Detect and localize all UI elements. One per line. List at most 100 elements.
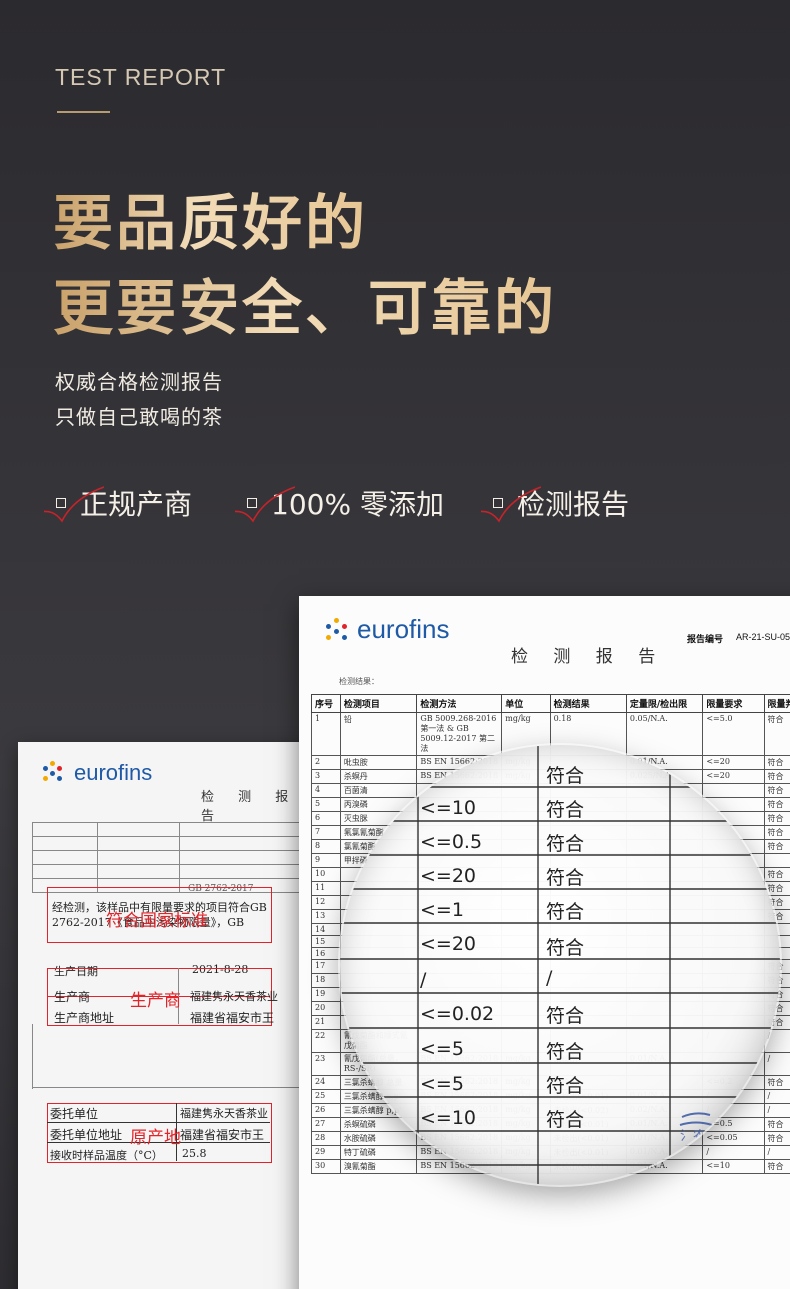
kicker-divider xyxy=(57,111,110,113)
red-check-icon xyxy=(235,486,295,523)
column-header: 定量限/检出限 xyxy=(625,694,704,713)
back-info-table xyxy=(32,822,318,893)
producer-address-value: 福建省福安市王 xyxy=(190,1011,275,1025)
table-cell-no: 12 xyxy=(311,895,341,910)
table-cell-no: 8 xyxy=(311,839,341,854)
table-cell-no: 6 xyxy=(311,811,341,826)
headline-line-1: 要品质好的 xyxy=(53,175,368,262)
table-cell-no: 15 xyxy=(311,935,341,948)
table-cell-no: 10 xyxy=(311,867,341,882)
lens-limit-value: <=20 xyxy=(420,865,477,887)
lens-limit-value: <=0.5 xyxy=(420,831,483,853)
column-header: 限量要求 xyxy=(702,694,765,713)
column-header: 检测结果 xyxy=(549,694,627,713)
eurofins-logo: eurofins xyxy=(323,614,450,645)
lens-result-value: 符合 xyxy=(546,1005,585,1027)
table-cell-no: 16 xyxy=(311,947,341,960)
lens-result-value: 符合 xyxy=(546,1075,585,1097)
national-standard-tag: 符合国家标准 xyxy=(106,911,208,931)
client-address-label: 委托单位地址 xyxy=(50,1128,123,1142)
brand-name: eurofins xyxy=(357,614,450,644)
lens-result-value: 符合 xyxy=(546,937,585,959)
table-cell-no: 17 xyxy=(311,959,341,974)
table-cell-no: 1 xyxy=(311,712,341,756)
table-cell-no: 24 xyxy=(311,1075,341,1090)
table-cell-no: 20 xyxy=(311,1001,341,1016)
blue-seal-text: 氵农 xyxy=(680,1129,707,1144)
table-cell-no: 25 xyxy=(311,1089,341,1104)
table-cell-no: 3 xyxy=(311,769,341,784)
lens-limit-value: <=20 xyxy=(420,933,477,955)
table-cell-no: 26 xyxy=(311,1103,341,1118)
column-header: 单位 xyxy=(501,694,551,713)
lens-result-value: 符合 xyxy=(546,799,585,821)
lens-result-value: 符合 xyxy=(546,867,585,889)
producer-address-label: 生产商地址 xyxy=(54,1011,115,1025)
eurofins-logo: eurofins xyxy=(40,760,152,786)
lens-limit-value: <=5 xyxy=(420,1073,464,1095)
table-cell-no: 13 xyxy=(311,909,341,924)
red-check-icon xyxy=(481,486,541,523)
headline-line-2: 更要安全、可靠的 xyxy=(53,260,557,347)
table-cell-no: 11 xyxy=(311,881,341,896)
lens-limit-value: <=1 xyxy=(420,899,464,921)
brand-name: eurofins xyxy=(74,760,153,785)
magnifier-lens: <=10 <=0.5 <=20 <=1 <=20 / <=0.02 <=5 <=5 <=10 符合… xyxy=(340,745,780,1185)
lens-result-value: 符合 xyxy=(546,1041,585,1063)
table-cell-no: 18 xyxy=(311,973,341,988)
sample-temp-value: 25.8 xyxy=(182,1147,207,1160)
table-cell-no: 27 xyxy=(311,1117,341,1132)
table-cell-no: 5 xyxy=(311,797,341,812)
client-value: 福建隽永天香茶业 xyxy=(180,1107,268,1120)
lens-result-value: / xyxy=(546,967,553,989)
lens-limit-value: <=10 xyxy=(420,797,477,819)
column-header: 限量判 xyxy=(763,694,790,713)
table-cell-no: 29 xyxy=(311,1145,341,1160)
table-cell-no: 9 xyxy=(311,853,341,868)
eurofins-dots-icon xyxy=(40,760,66,786)
lens-limit-value: <=0.02 xyxy=(420,1003,495,1025)
sample-temp-label: 接收时样品温度（°C） xyxy=(50,1149,163,1162)
lens-result-value: 符合 xyxy=(546,1109,585,1131)
feature-test-report: 检测报告 xyxy=(481,483,629,523)
lens-result-value: 符合 xyxy=(546,833,585,855)
lens-limit-value: <=5 xyxy=(420,1038,464,1060)
table-cell-no: 7 xyxy=(311,825,341,840)
feature-label: 100% 零添加 xyxy=(271,488,444,521)
lens-limit-value: / xyxy=(420,969,427,991)
client-label: 委托单位 xyxy=(50,1107,99,1121)
table-cell-no: 2 xyxy=(311,755,341,770)
front-doc-title: 检 测 报 告 xyxy=(511,647,666,667)
report-number-label: 报告编号 xyxy=(687,635,724,645)
report-document-back: eurofins 检 测 报 告 GB 2762-2017 经检测，该样品中有限… xyxy=(18,742,318,1289)
kicker-text: TEST REPORT xyxy=(55,64,227,90)
table-cell-no: 28 xyxy=(311,1131,341,1146)
origin-tag: 原产地 xyxy=(130,1128,181,1148)
red-check-icon xyxy=(44,486,104,523)
producer-tag: 生产商 xyxy=(130,991,181,1011)
lens-result-value: 符合 xyxy=(546,765,585,787)
lens-limit-value: <=10 xyxy=(420,1107,477,1129)
results-label: 检测结果： xyxy=(339,677,379,686)
table-cell-no: 4 xyxy=(311,783,341,798)
table-cell-no: 30 xyxy=(311,1159,341,1174)
table-cell-no: 21 xyxy=(311,1015,341,1030)
column-header: 检测方法 xyxy=(416,694,503,713)
report-number-value: AR-21-SU-05 xyxy=(736,632,790,642)
producer-value: 福建隽永天香茶业 xyxy=(190,990,278,1003)
table-cell-no: 23 xyxy=(311,1052,341,1076)
table-cell-no: 19 xyxy=(311,987,341,1002)
subtitle-line-2: 只做自己敢喝的茶 xyxy=(55,405,223,429)
eurofins-dots-icon xyxy=(323,617,349,643)
producer-label: 生产商 xyxy=(54,990,91,1004)
column-header: 检测项目 xyxy=(339,694,418,713)
subtitle-line-1: 权威合格检测报告 xyxy=(55,370,223,394)
feature-zero-additive: 100% 零添加 xyxy=(235,483,444,523)
table-cell-no: 22 xyxy=(311,1029,341,1053)
column-header: 序号 xyxy=(311,694,341,713)
lens-result-value: 符合 xyxy=(546,901,585,923)
feature-regular-producer: 正规产商 xyxy=(44,483,192,523)
client-address-value: 福建省福安市王 xyxy=(180,1128,265,1142)
test-report-banner: TEST REPORT 要品质好的 更要安全、可靠的 权威合格检测报告 只做自己… xyxy=(0,0,790,1289)
table-cell-no: 14 xyxy=(311,923,341,936)
